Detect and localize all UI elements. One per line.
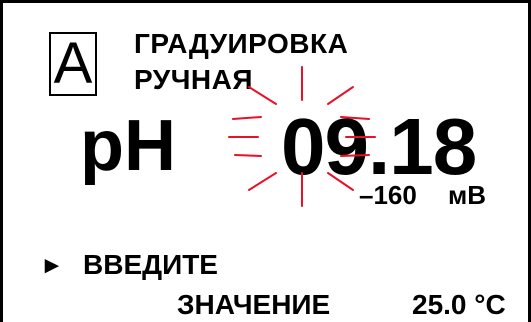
temperature-readout: 25.0 °С (412, 289, 506, 320)
mode-subtitle: РУЧНАЯ (134, 64, 253, 95)
channel-letter: A (53, 31, 93, 96)
blink-ray (232, 116, 262, 120)
blink-ray (248, 86, 277, 105)
millivolt-value: –160 (359, 180, 417, 210)
millivolt-unit: мВ (448, 180, 487, 210)
prompt-line-2: ЗНАЧЕНИЕ (177, 289, 331, 320)
blink-ray (234, 154, 262, 157)
instrument-display: A ГРАДУИРОВКА РУЧНАЯ pH 09.18 –160 мВ ► … (0, 0, 531, 322)
mode-title: ГРАДУИРОВКА (134, 28, 349, 59)
measured-value: 09.18 (281, 102, 477, 191)
blink-ray (248, 172, 277, 191)
prompt-arrow-icon: ► (40, 252, 64, 279)
prompt-line-1: ВВЕДИТЕ (83, 249, 218, 280)
channel-indicator: A (49, 32, 97, 96)
parameter-label: pH (80, 106, 176, 186)
